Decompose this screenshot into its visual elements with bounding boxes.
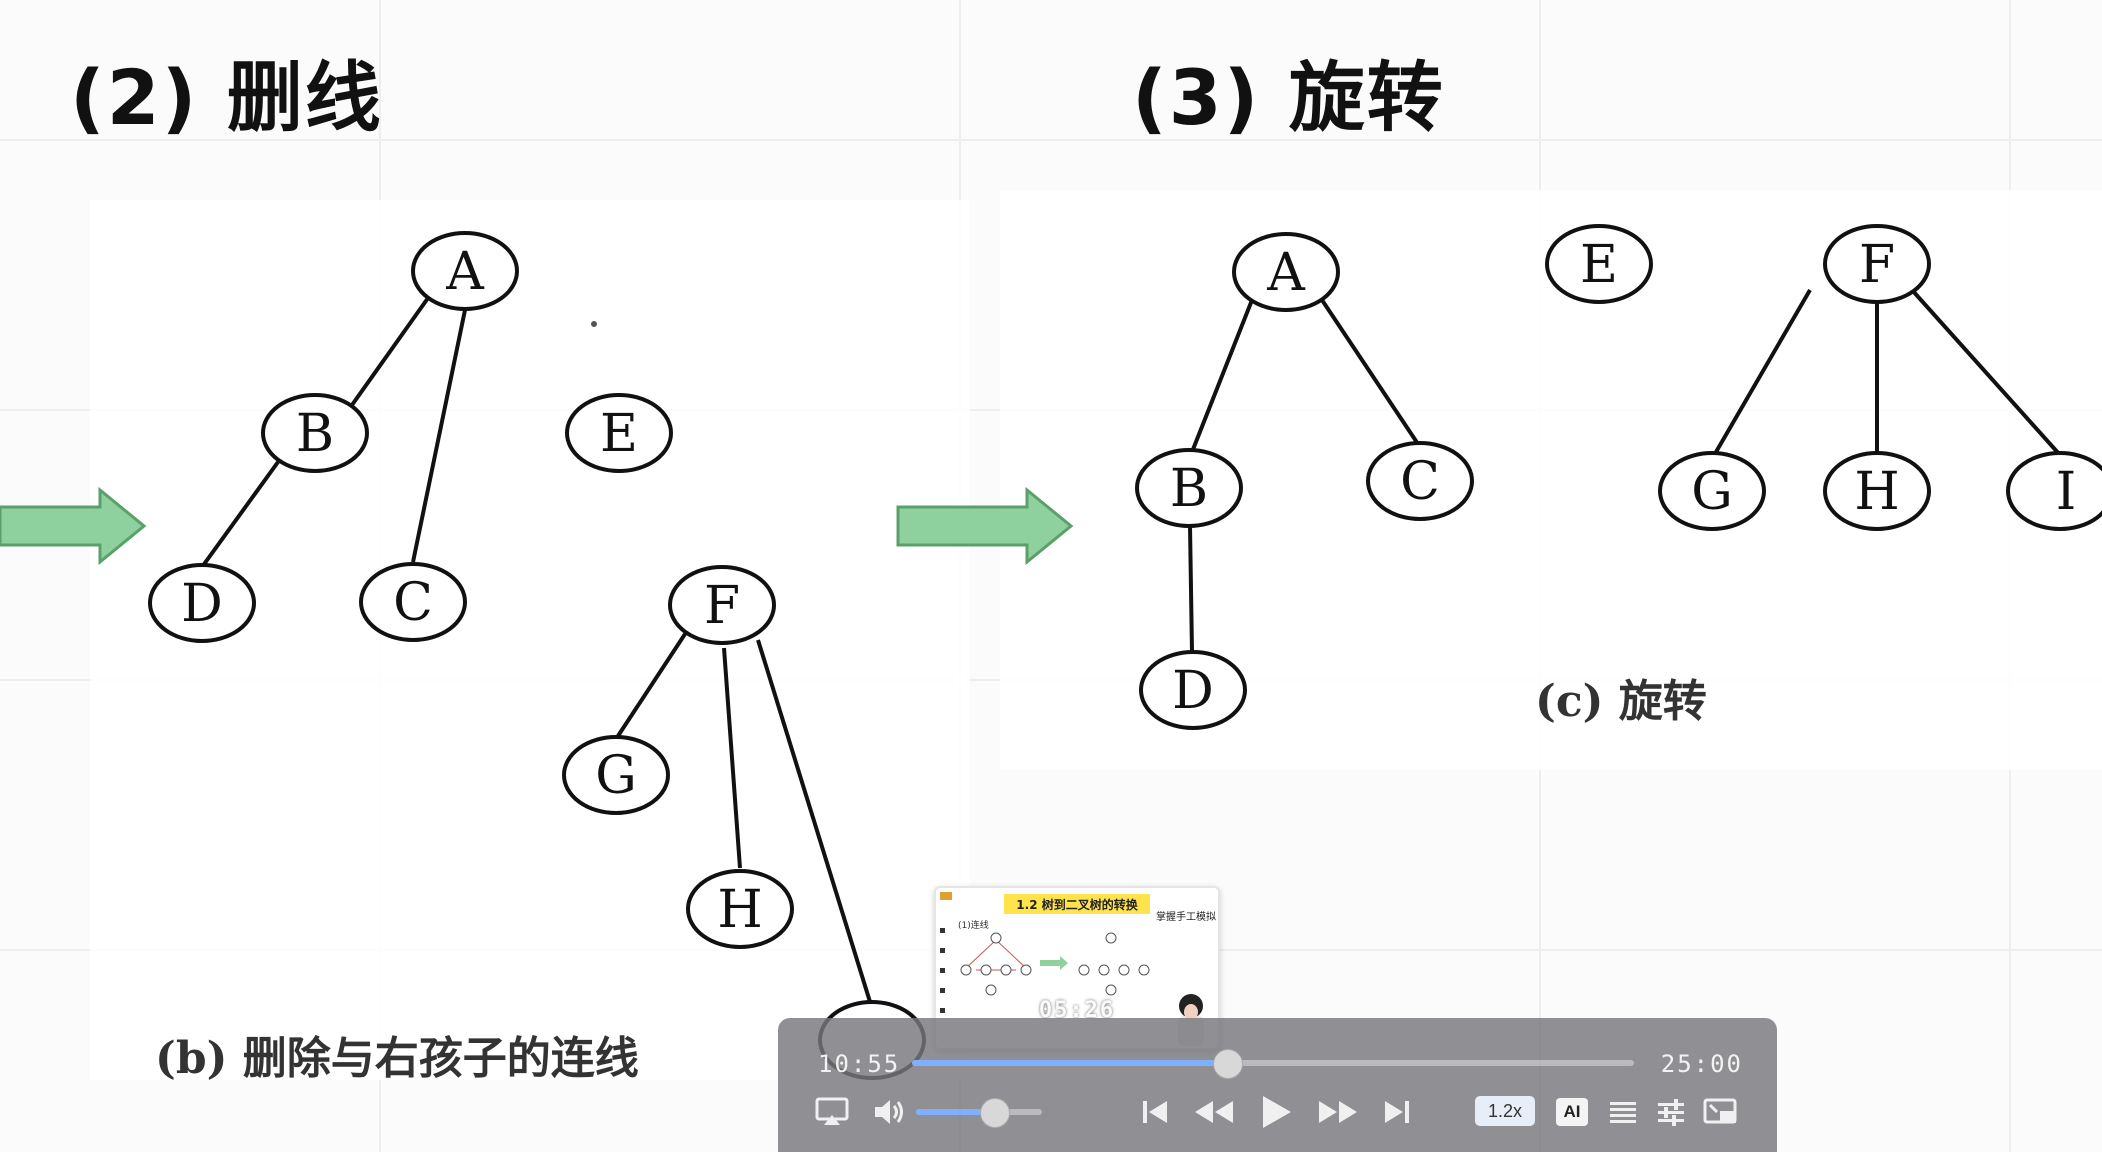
preview-subtitle: (1)连线 [958, 921, 989, 931]
fast-forward-button[interactable] [1316, 1092, 1360, 1132]
edge-f-i [1910, 288, 2062, 457]
rewind-button[interactable] [1192, 1092, 1236, 1132]
seek-bar-handle[interactable] [1213, 1049, 1244, 1079]
video-frame[interactable]: (2) 删线 (3) 旋转 A B C D E F G H A B C D E … [0, 0, 2102, 1152]
node-label-c: C [1400, 452, 1440, 512]
node-label-a: A [1266, 243, 1306, 303]
playlist-icon [1610, 1102, 1636, 1123]
seek-bar-progress [912, 1060, 1228, 1066]
caption-rotate: (c) 旋转 [1535, 676, 1707, 727]
preview-banner: 1.2 树到二叉树的转换 [1004, 894, 1150, 914]
total-time: 25:00 [1660, 1050, 1743, 1078]
node-label-b: B [1170, 459, 1208, 519]
edge-b-d [1188, 525, 1194, 653]
previous-button[interactable] [1138, 1092, 1172, 1132]
node-label-i: I [2056, 462, 2077, 522]
caption-delete-right-child-edges: (b) 删除与右孩子的连线 [155, 1033, 639, 1084]
current-time: 10:55 [818, 1050, 901, 1078]
volume-slider[interactable] [916, 1098, 1042, 1128]
node-label-e: E [1580, 235, 1618, 295]
playlist-button[interactable] [1606, 1092, 1640, 1132]
node-label-h: H [1854, 462, 1899, 522]
next-button[interactable] [1380, 1092, 1414, 1132]
video-control-bar[interactable]: 10:55 25:00 1.2x AI [778, 1018, 1777, 1152]
picture-in-picture-button[interactable] [1702, 1092, 1740, 1132]
settings-icon [1658, 1099, 1684, 1126]
arrow-right-icon [896, 486, 1074, 566]
picture-in-picture-icon [1703, 1098, 1737, 1124]
preview-note: 掌握手工模拟 [1156, 912, 1216, 923]
edge-a-b [1190, 299, 1254, 453]
fast-forward-icon [1319, 1101, 1357, 1123]
airplay-icon [815, 1097, 849, 1125]
seek-bar[interactable] [912, 1049, 1634, 1079]
skip-previous-icon [1143, 1101, 1167, 1123]
ai-assistant-button[interactable]: AI [1556, 1098, 1588, 1126]
volume-icon [875, 1100, 903, 1124]
volume-button[interactable] [872, 1092, 906, 1132]
play-button[interactable] [1256, 1092, 1296, 1132]
playback-speed-button[interactable]: 1.2x [1475, 1096, 1535, 1126]
airplay-button[interactable] [814, 1092, 850, 1132]
play-icon [1263, 1096, 1291, 1128]
edge-a-c [1320, 298, 1420, 446]
node-label-g: G [1691, 462, 1733, 522]
volume-slider-handle[interactable] [980, 1098, 1011, 1128]
settings-button[interactable] [1654, 1092, 1688, 1132]
node-label-f: F [1859, 235, 1895, 295]
skip-next-icon [1385, 1101, 1409, 1123]
node-label-d: D [1172, 661, 1214, 721]
edge-f-g [1714, 288, 1812, 454]
rewind-icon [1195, 1101, 1233, 1123]
